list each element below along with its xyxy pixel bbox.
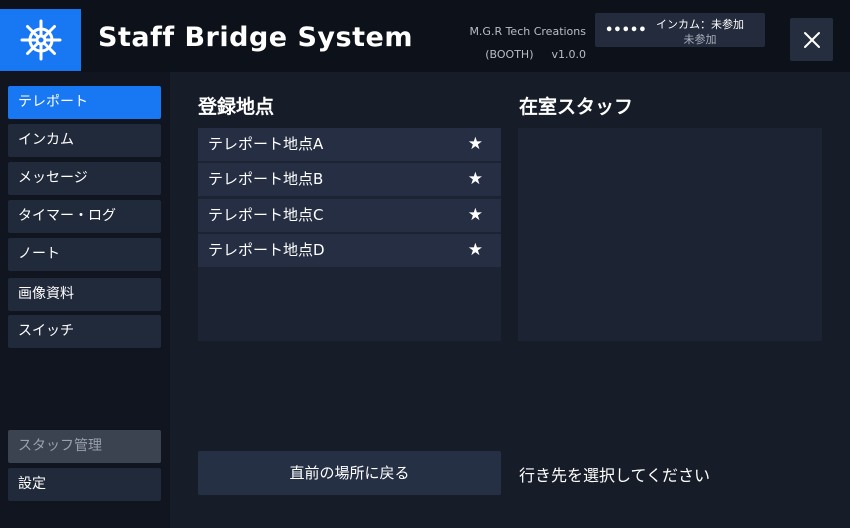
intercom-status-detail: 未参加 xyxy=(683,33,717,46)
staff-list xyxy=(518,128,822,341)
sidebar-item-note[interactable]: ノート xyxy=(8,238,161,271)
app-logo xyxy=(0,9,81,71)
location-list: テレポート地点A ★ テレポート地点B ★ テレポート地点C ★ テレポート地点… xyxy=(198,128,501,341)
close-icon xyxy=(803,31,820,48)
sidebar-item-settings[interactable]: 設定 xyxy=(8,468,161,501)
star-icon[interactable]: ★ xyxy=(468,128,483,161)
sidebar-item-intercom[interactable]: インカム xyxy=(8,124,161,157)
location-name: テレポート地点C xyxy=(208,206,324,224)
location-name: テレポート地点A xyxy=(208,135,324,153)
intercom-status-badge[interactable]: ••••• インカム：未参加 未参加 xyxy=(595,13,765,47)
close-button[interactable] xyxy=(790,18,833,61)
credit-company: M.G.R Tech Creations xyxy=(469,25,586,38)
sidebar-item-switch[interactable]: スイッチ xyxy=(8,315,161,348)
return-previous-button[interactable]: 直前の場所に戻る xyxy=(198,451,501,495)
location-row[interactable]: テレポート地点D ★ xyxy=(198,234,501,267)
ship-wheel-icon xyxy=(20,19,61,61)
locations-heading: 登録地点 xyxy=(198,96,275,118)
location-row[interactable]: テレポート地点B ★ xyxy=(198,163,501,196)
star-icon[interactable]: ★ xyxy=(468,163,483,196)
intercom-status-title: インカム：未参加 xyxy=(656,18,744,31)
sidebar-item-teleport[interactable]: テレポート xyxy=(8,86,161,119)
credit-booth: (BOOTH) xyxy=(485,48,534,61)
app-window: Staff Bridge System M.G.R Tech Creations… xyxy=(0,0,850,528)
staff-heading: 在室スタッフ xyxy=(519,96,634,118)
sidebar-item-staff-manage[interactable]: スタッフ管理 xyxy=(8,430,161,463)
location-name: テレポート地点D xyxy=(208,241,325,259)
sidebar-item-images[interactable]: 画像資料 xyxy=(8,278,161,311)
app-title: Staff Bridge System xyxy=(98,22,413,53)
status-message: 行き先を選択してください xyxy=(519,466,711,485)
sidebar-item-timer-log[interactable]: タイマー・ログ xyxy=(8,200,161,233)
location-row[interactable]: テレポート地点A ★ xyxy=(198,128,501,161)
location-row[interactable]: テレポート地点C ★ xyxy=(198,199,501,232)
header-bar: Staff Bridge System M.G.R Tech Creations… xyxy=(0,0,850,72)
star-icon[interactable]: ★ xyxy=(468,234,483,267)
version-label: v1.0.0 xyxy=(551,48,587,61)
sidebar-item-message[interactable]: メッセージ xyxy=(8,162,161,195)
credit-info: M.G.R Tech Creations (BOOTH) v1.0.0 xyxy=(446,20,586,66)
star-icon[interactable]: ★ xyxy=(468,199,483,232)
location-name: テレポート地点B xyxy=(208,170,324,188)
